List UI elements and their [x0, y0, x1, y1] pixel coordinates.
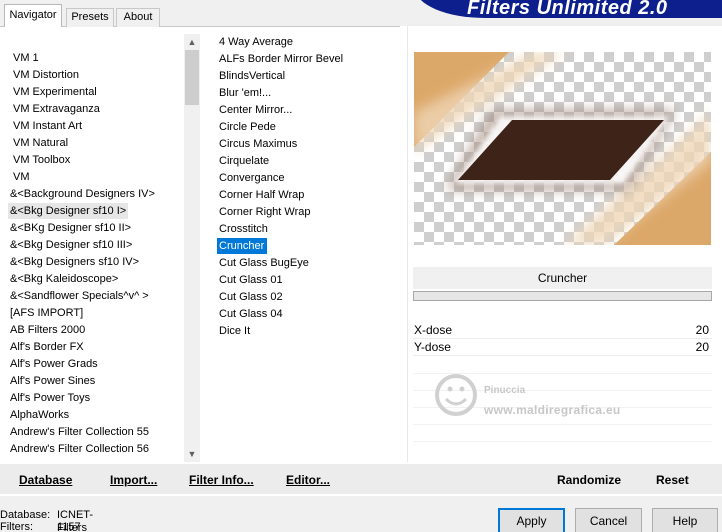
- watermark-logo-icon: [435, 374, 477, 416]
- category-item[interactable]: &<Bkg Designers sf10 IV>: [8, 254, 141, 270]
- category-item[interactable]: VM Experimental: [11, 84, 99, 100]
- filter-item[interactable]: Corner Half Wrap: [217, 187, 306, 203]
- app-title: Filters Unlimited 2.0: [467, 0, 668, 19]
- filter-item-selected[interactable]: Cruncher: [217, 238, 267, 254]
- category-item[interactable]: &<Bkg Designer sf10 III>: [8, 237, 134, 253]
- status-value: 1157: [57, 521, 81, 532]
- param-value[interactable]: 20: [696, 322, 709, 339]
- category-item[interactable]: [AFS IMPORT]: [8, 305, 85, 321]
- filter-item[interactable]: BlindsVertical: [217, 68, 287, 84]
- watermark-text: Pinuccia: [484, 385, 526, 396]
- category-item[interactable]: &<Background Designers IV>: [8, 186, 157, 202]
- scroll-thumb[interactable]: [185, 50, 199, 105]
- filter-item[interactable]: Cirquelate: [217, 153, 271, 169]
- category-scrollbar[interactable]: ▲ ▼: [184, 34, 200, 462]
- category-item[interactable]: Alf's Border FX: [8, 339, 86, 355]
- filter-item[interactable]: 4 Way Average: [217, 34, 295, 50]
- pane-divider: [407, 26, 408, 462]
- filter-item[interactable]: Dice It: [217, 323, 252, 339]
- category-item[interactable]: &<Sandflower Specials^v^ >: [8, 288, 151, 304]
- watermark-url: www.maldiregrafica.eu: [484, 403, 621, 417]
- param-y-dose[interactable]: Y-dose 20: [413, 339, 712, 356]
- category-item[interactable]: &<Bkg Kaleidoscope>: [8, 271, 120, 287]
- category-item[interactable]: VM 1: [11, 50, 41, 66]
- help-button[interactable]: Help: [652, 508, 718, 532]
- scroll-down-icon[interactable]: ▼: [184, 446, 200, 462]
- category-item[interactable]: VM: [11, 169, 32, 185]
- cancel-button[interactable]: Cancel: [575, 508, 642, 532]
- filter-item[interactable]: Cut Glass 01: [217, 272, 285, 288]
- param-label: Y-dose: [414, 340, 451, 354]
- scroll-up-icon[interactable]: ▲: [184, 34, 200, 50]
- filter-item[interactable]: ALFs Border Mirror Bevel: [217, 51, 345, 67]
- category-list[interactable]: VM 1 VM Distortion VM Experimental VM Ex…: [0, 26, 200, 462]
- preview-image: [414, 52, 711, 245]
- category-item[interactable]: VM Toolbox: [11, 152, 72, 168]
- category-item[interactable]: VM Distortion: [11, 67, 81, 83]
- bottom-toolbar: Database Import... Filter Info... Editor…: [0, 464, 722, 494]
- tab-presets[interactable]: Presets: [66, 8, 114, 27]
- randomize-button[interactable]: Randomize: [557, 473, 621, 487]
- category-item[interactable]: Andrew's Filter Collection 56: [8, 441, 151, 457]
- editor-button[interactable]: Editor...: [286, 473, 330, 487]
- param-x-dose[interactable]: X-dose 20: [413, 322, 712, 339]
- filter-item[interactable]: Center Mirror...: [217, 102, 294, 118]
- apply-button[interactable]: Apply: [498, 508, 565, 532]
- filter-item[interactable]: Cut Glass 04: [217, 306, 285, 322]
- status-label: Filters:: [0, 521, 33, 532]
- watermark: Pinuccia www.maldiregrafica.eu: [430, 365, 660, 425]
- category-item[interactable]: VM Natural: [11, 135, 70, 151]
- database-button[interactable]: Database: [19, 473, 72, 487]
- category-item-selected[interactable]: &<Bkg Designer sf10 I>: [8, 203, 129, 219]
- category-item[interactable]: VM Instant Art: [11, 118, 84, 134]
- import-button[interactable]: Import...: [110, 473, 157, 487]
- filter-item[interactable]: Convergance: [217, 170, 286, 186]
- param-value[interactable]: 20: [696, 339, 709, 356]
- filter-item[interactable]: Circus Maximus: [217, 136, 299, 152]
- tab-navigator[interactable]: Navigator: [4, 4, 62, 27]
- category-item[interactable]: Alf's Power Sines: [8, 373, 97, 389]
- filter-item[interactable]: Circle Pede: [217, 119, 278, 135]
- filter-item[interactable]: Corner Right Wrap: [217, 204, 313, 220]
- category-item[interactable]: Alf's Power Toys: [8, 390, 92, 406]
- filter-info-button[interactable]: Filter Info...: [189, 473, 254, 487]
- filter-item[interactable]: Crosstitch: [217, 221, 270, 237]
- category-item[interactable]: AB Filters 2000: [8, 322, 87, 338]
- reset-button[interactable]: Reset: [656, 473, 689, 487]
- param-label: X-dose: [414, 323, 453, 337]
- category-item[interactable]: &<BKg Designer sf10 II>: [8, 220, 133, 236]
- filter-preview: [414, 52, 711, 245]
- filter-item[interactable]: Cut Glass 02: [217, 289, 285, 305]
- category-item[interactable]: Andrew's Filter Collection 55: [8, 424, 151, 440]
- filter-item[interactable]: Blur 'em!...: [217, 85, 273, 101]
- filter-item[interactable]: Cut Glass BugEye: [217, 255, 311, 271]
- category-item[interactable]: Alf's Power Grads: [8, 356, 100, 372]
- tab-about[interactable]: About: [116, 8, 160, 27]
- param-row-empty: [413, 441, 712, 442]
- selected-filter-name: Cruncher: [413, 267, 712, 289]
- progress-bar: [413, 291, 712, 301]
- category-item[interactable]: VM Extravaganza: [11, 101, 102, 117]
- category-item[interactable]: AlphaWorks: [8, 407, 71, 423]
